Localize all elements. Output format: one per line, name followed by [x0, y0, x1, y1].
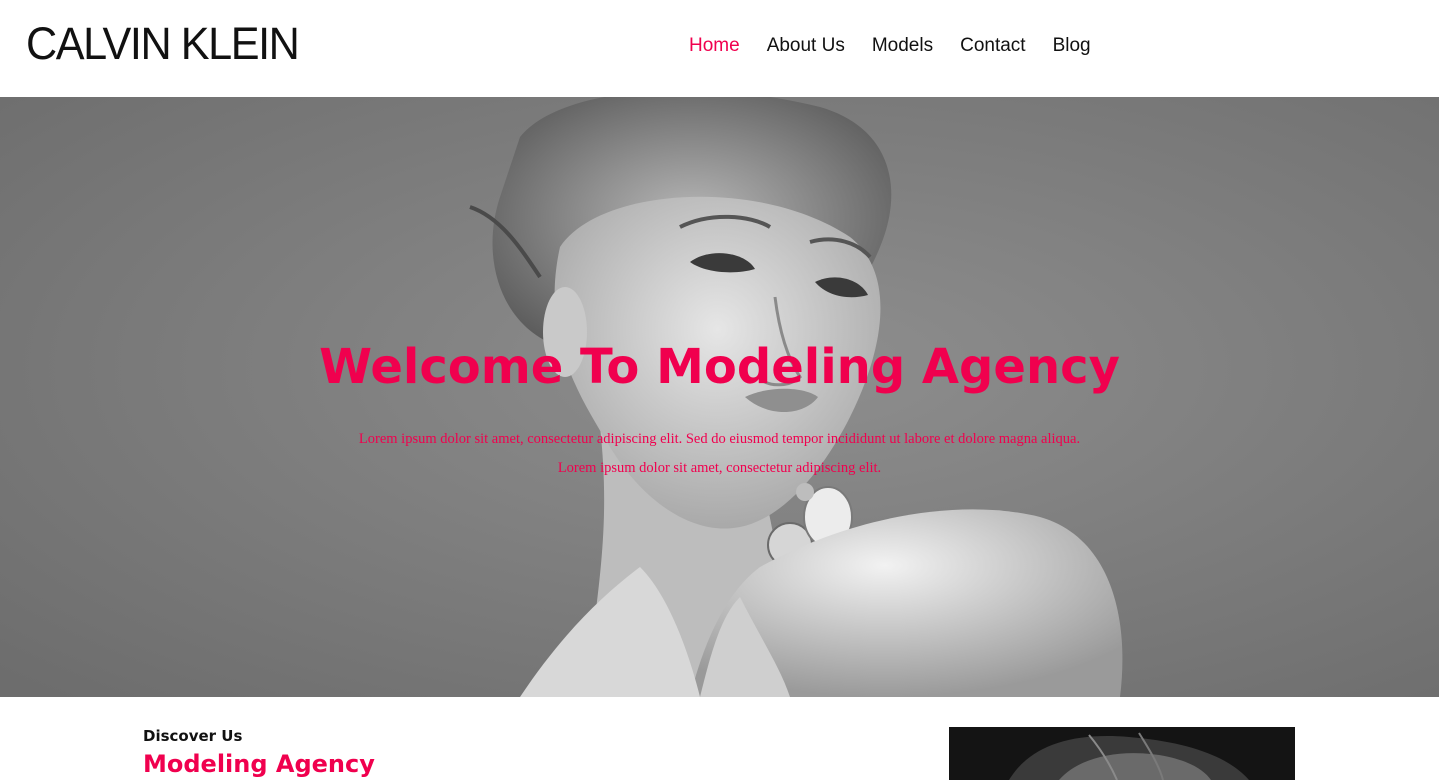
about-model-photo — [949, 727, 1295, 780]
main-nav: Home About Us Models Contact Blog — [689, 33, 1118, 59]
hero-text: Lorem ipsum dolor sit amet, consectetur … — [0, 425, 1439, 483]
hero-title: Welcome To Modeling Agency — [319, 339, 1120, 395]
hero-banner: Welcome To Modeling Agency Lorem ipsum d… — [0, 97, 1439, 697]
discover-title: Modeling Agency — [143, 750, 375, 778]
nav-item-home[interactable]: Home — [689, 33, 740, 59]
nav-item-models[interactable]: Models — [872, 33, 933, 59]
discover-kicker: Discover Us — [143, 727, 243, 745]
hero-text-line-1: Lorem ipsum dolor sit amet, consectetur … — [358, 431, 1081, 447]
nav-item-about-us[interactable]: About Us — [767, 33, 845, 59]
brand-logo[interactable]: CALVIN KLEIN — [26, 16, 300, 72]
discover-section: Discover Us Modeling Agency — [143, 726, 375, 781]
hero-text-line-2: Lorem ipsum dolor sit amet, consectetur … — [557, 460, 882, 476]
nav-item-blog[interactable]: Blog — [1053, 33, 1091, 59]
about-photo-graphic — [949, 727, 1295, 780]
nav-item-contact[interactable]: Contact — [960, 33, 1025, 59]
site-header: CALVIN KLEIN Home About Us Models Contac… — [0, 0, 1439, 97]
